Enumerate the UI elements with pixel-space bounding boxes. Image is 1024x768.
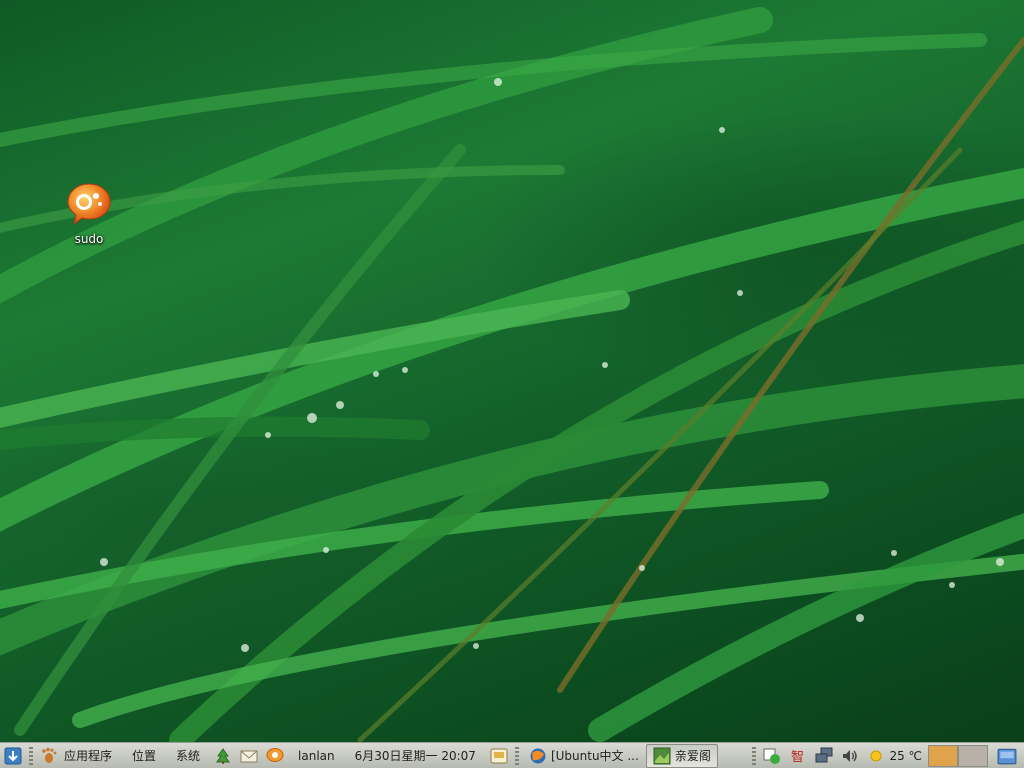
image-viewer-icon bbox=[653, 747, 671, 764]
applications-menu[interactable]: 应用程序 bbox=[36, 744, 122, 768]
chat-bubble-icon bbox=[266, 747, 284, 762]
show-desktop-button[interactable] bbox=[0, 744, 26, 768]
grass-wallpaper-art bbox=[0, 7, 1024, 742]
launcher-mail[interactable] bbox=[236, 744, 262, 768]
panel-separator bbox=[29, 746, 33, 765]
launcher-chat[interactable] bbox=[262, 744, 288, 768]
trash-applet[interactable] bbox=[990, 744, 1024, 768]
clock[interactable]: 6月30日星期一 20:07 bbox=[345, 744, 486, 768]
online-status-icon bbox=[763, 748, 781, 764]
svg-text:智: 智 bbox=[791, 750, 804, 765]
browser-icon bbox=[530, 748, 546, 763]
workspace-2[interactable] bbox=[958, 744, 988, 767]
user-name[interactable]: lanlan bbox=[288, 744, 345, 768]
messenger-icon bbox=[490, 748, 508, 763]
mail-icon bbox=[240, 750, 258, 762]
system-menu[interactable]: 系统 bbox=[166, 744, 210, 768]
tray-volume[interactable] bbox=[837, 744, 863, 768]
taskbar-item-browser[interactable]: [Ubuntu中文 ... bbox=[522, 744, 646, 768]
weather-sun-icon bbox=[870, 750, 882, 761]
clock-label: 6月30日星期一 20:07 bbox=[354, 749, 476, 763]
places-menu[interactable]: 位置 bbox=[122, 744, 166, 768]
workspace-1[interactable] bbox=[928, 744, 958, 767]
show-desktop-icon bbox=[4, 747, 22, 764]
taskbar-item-label: [Ubuntu中文 ... bbox=[550, 749, 639, 763]
taskbar-item-image[interactable]: 亲爱阁 bbox=[645, 743, 718, 768]
panel-separator bbox=[752, 746, 757, 765]
workspace-switcher[interactable] bbox=[926, 744, 990, 768]
trash-icon bbox=[997, 748, 1017, 764]
input-method-icon: 智 bbox=[791, 750, 804, 765]
applications-menu-label: 应用程序 bbox=[64, 749, 113, 763]
taskbar-item-label: 亲爱阁 bbox=[674, 749, 711, 763]
bottom-panel: 应用程序 位置 系统 lanlan 6月30日星期一 20:07 [Ubuntu… bbox=[0, 742, 1024, 768]
user-name-label: lanlan bbox=[298, 748, 335, 763]
tray-weather[interactable]: 25 ℃ bbox=[863, 744, 926, 768]
speech-bubble-icon bbox=[67, 183, 111, 226]
panel-separator bbox=[514, 746, 519, 765]
gnome-foot-icon bbox=[42, 747, 57, 763]
tray-status[interactable] bbox=[759, 744, 785, 768]
desktop-icon-sudo[interactable]: sudo bbox=[58, 180, 120, 246]
launcher-network[interactable] bbox=[210, 744, 236, 768]
network-monitor-icon bbox=[815, 747, 833, 762]
network-tree-icon bbox=[216, 747, 230, 764]
system-menu-label: 系统 bbox=[176, 749, 201, 763]
desktop-icon-label: sudo bbox=[74, 232, 104, 246]
tray-input-method[interactable]: 智 bbox=[785, 744, 811, 768]
places-menu-label: 位置 bbox=[132, 749, 157, 763]
desktop-wallpaper: sudo bbox=[0, 0, 1024, 742]
weather-temperature: 25 ℃ bbox=[889, 748, 922, 763]
tray-network[interactable] bbox=[811, 744, 837, 768]
volume-icon bbox=[843, 749, 858, 762]
launcher-messenger[interactable] bbox=[486, 744, 512, 768]
